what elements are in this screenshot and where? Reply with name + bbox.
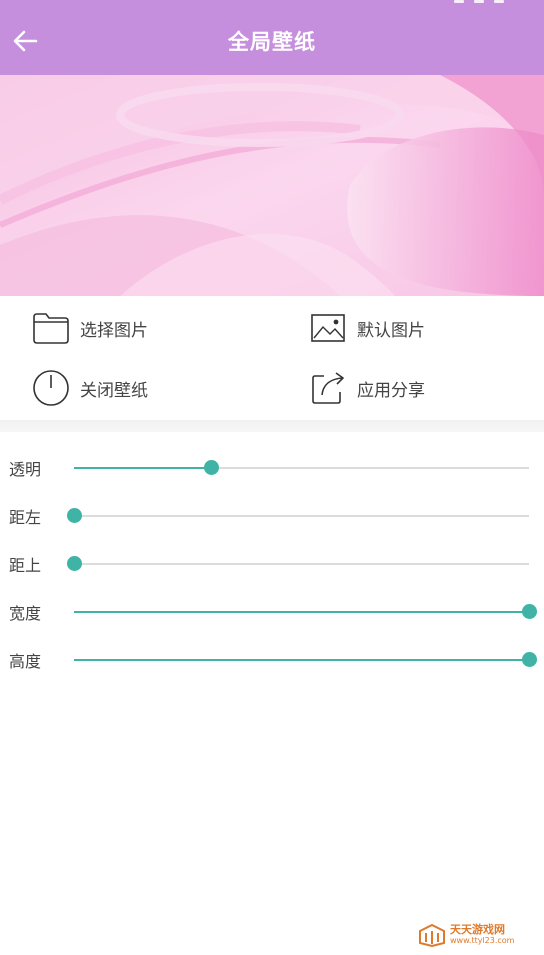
watermark: 天天游戏网 www.ttyl23.com (418, 920, 528, 950)
slider-fill (74, 611, 529, 613)
watermark-text: 天天游戏网 www.ttyl23.com (450, 924, 514, 946)
slider-row-height: 高度 (0, 636, 544, 684)
opacity-slider[interactable] (74, 460, 529, 475)
watermark-url: www.ttyl23.com (450, 936, 515, 945)
slider-fill (74, 659, 529, 661)
default-image-label: 默认图片 (357, 320, 425, 341)
power-icon (31, 368, 71, 408)
slider-row-opacity: 透明 (0, 444, 544, 492)
slider-row-top: 距上 (0, 540, 544, 588)
slider-thumb[interactable] (67, 508, 82, 523)
slider-thumb[interactable] (67, 556, 82, 571)
slider-fill (74, 467, 211, 469)
select-image-label: 选择图片 (80, 320, 148, 341)
slider-label: 宽度 (9, 604, 42, 623)
slider-thumb[interactable] (203, 460, 219, 475)
watermark-logo-icon (419, 923, 445, 947)
select-image-button[interactable]: 选择图片 (31, 304, 148, 352)
status-indicator (494, 0, 504, 3)
top-app-bar: 全局壁纸 (0, 0, 544, 75)
close-wallpaper-label: 关闭壁纸 (80, 380, 148, 401)
slider-label: 高度 (9, 652, 42, 671)
left-offset-slider[interactable] (67, 508, 529, 523)
slider-row-width: 宽度 (0, 588, 544, 636)
close-wallpaper-button[interactable]: 关闭壁纸 (31, 364, 148, 412)
wallpaper-image (0, 75, 544, 296)
width-slider[interactable] (74, 604, 537, 619)
slider-thumb[interactable] (522, 604, 537, 619)
slider-label: 距左 (9, 508, 42, 527)
status-bar-remnant (434, 0, 504, 6)
share-app-label: 应用分享 (357, 380, 425, 401)
wallpaper-preview[interactable] (0, 75, 544, 296)
image-icon (308, 308, 348, 348)
page-title: 全局壁纸 (228, 30, 316, 54)
slider-label: 距上 (9, 556, 42, 575)
default-image-button[interactable]: 默认图片 (308, 304, 425, 352)
status-indicator (474, 0, 484, 3)
watermark-name: 天天游戏网 (450, 923, 505, 936)
folder-icon (31, 308, 71, 348)
slider-label: 透明 (9, 460, 42, 479)
action-grid: 选择图片 默认图片 关闭壁纸 应用分享 (0, 296, 544, 420)
status-indicator (454, 0, 464, 3)
top-offset-slider[interactable] (67, 556, 529, 571)
share-icon (308, 368, 348, 408)
share-app-button[interactable]: 应用分享 (308, 364, 425, 412)
height-slider[interactable] (74, 652, 537, 667)
slider-row-left: 距左 (0, 492, 544, 540)
app-screen: 全局壁纸 选择图片 默认图片 关闭壁纸 应用分享 透明 距左 距上 宽度 高度 … (0, 0, 544, 955)
section-divider (0, 420, 544, 432)
slider-thumb[interactable] (522, 652, 537, 667)
